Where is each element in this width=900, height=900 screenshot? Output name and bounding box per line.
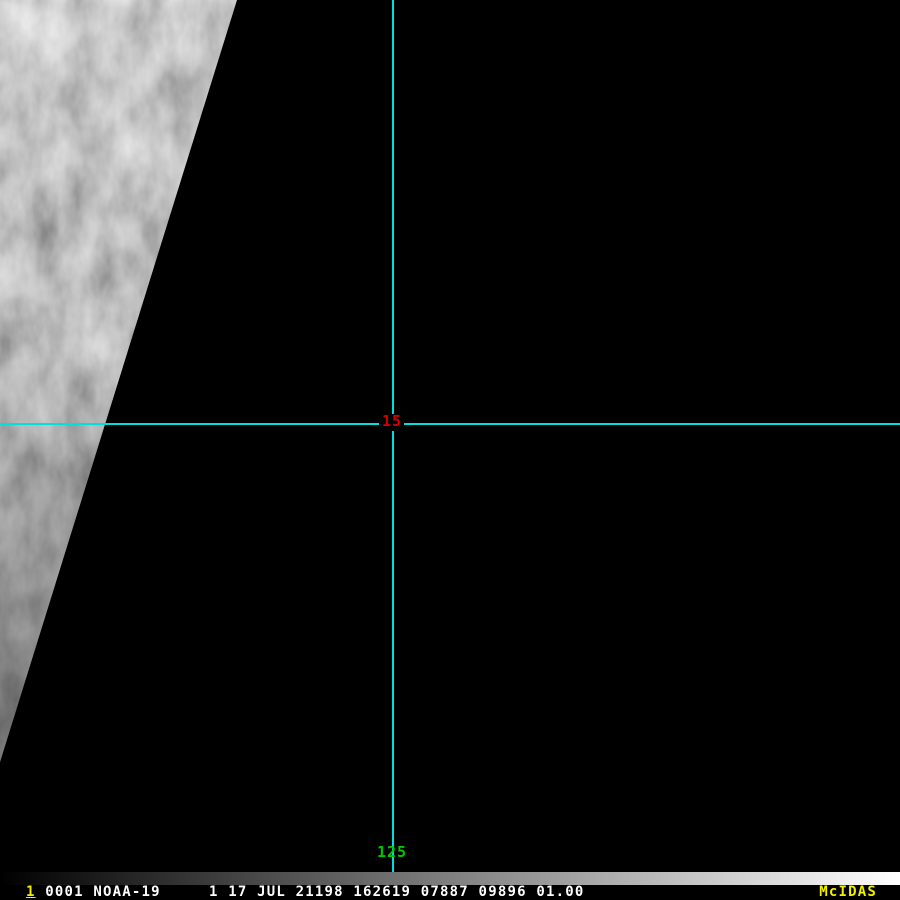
crosshair-horizontal-line-left: [0, 423, 379, 425]
mcidas-brand-label: McIDAS: [819, 884, 877, 900]
image-line-number-label: 125: [377, 843, 408, 861]
image-info-text: 0001 NOAA-19 1 17 JUL 21198 162619 07887…: [35, 884, 585, 900]
crosshair-vertical-line-bottom: [392, 431, 394, 885]
crosshair-vertical-line-top: [392, 0, 394, 414]
cursor-value-label: 15: [382, 412, 403, 430]
crosshair-horizontal-line-right: [404, 423, 900, 425]
frame-number[interactable]: 1: [26, 884, 36, 900]
status-bar: 1 0001 NOAA-19 1 17 JUL 21198 162619 078…: [0, 885, 900, 900]
satellite-image-swath: [0, 0, 237, 762]
mcidas-image-display[interactable]: 15 125 1 0001 NOAA-19 1 17 JUL 21198 162…: [0, 0, 900, 900]
